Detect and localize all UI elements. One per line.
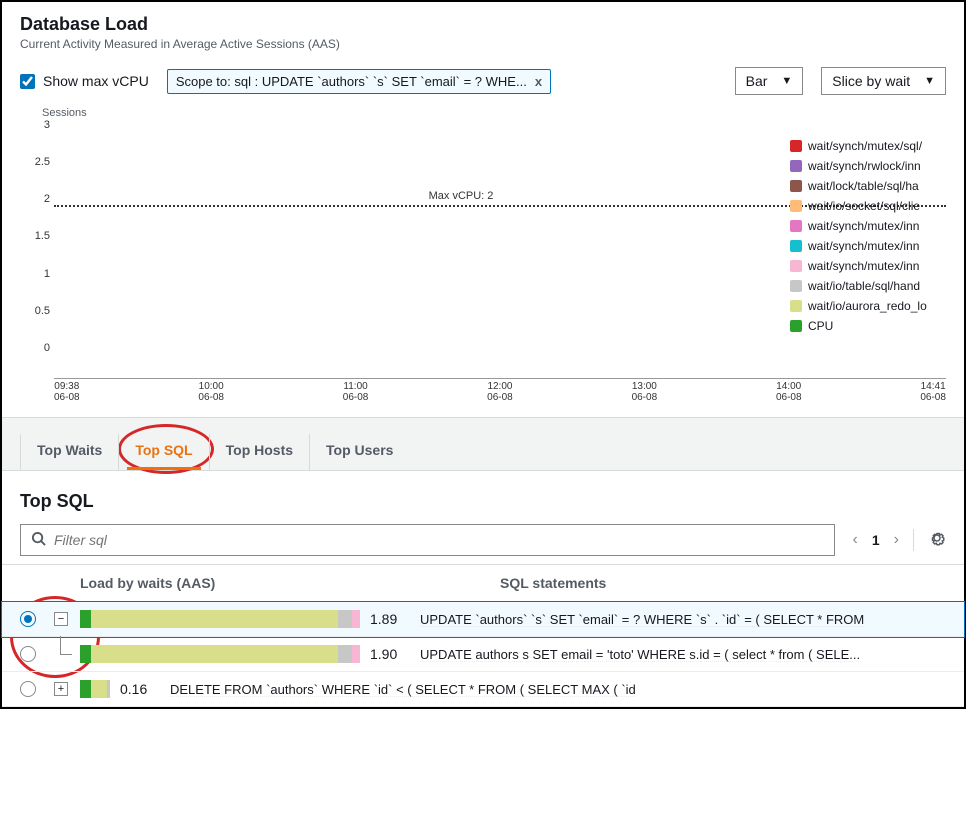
tab-top-hosts[interactable]: Top Hosts	[209, 434, 309, 470]
col-sql[interactable]: SQL statements	[500, 575, 946, 591]
show-max-vcpu-checkbox[interactable]: Show max vCPU	[20, 73, 149, 89]
caret-down-icon: ▼	[924, 75, 935, 87]
legend-item[interactable]: wait/synch/mutex/inn	[790, 239, 950, 253]
legend-swatch	[790, 140, 802, 152]
divider	[913, 529, 914, 551]
page-title: Database Load	[20, 14, 946, 35]
x-tick: 10:0006-08	[198, 381, 224, 403]
x-tick: 11:0006-08	[343, 381, 369, 403]
legend-item[interactable]: CPU	[790, 319, 950, 333]
load-value: 0.16	[120, 681, 170, 697]
chart-area: Sessions 32.521.510.50 Max vCPU: 2 wait/…	[2, 107, 964, 417]
sql-table: Load by waits (AAS) SQL statements − 1.89…	[2, 564, 964, 707]
legend-item[interactable]: wait/synch/mutex/sql/	[790, 139, 950, 153]
row-radio[interactable]	[20, 681, 36, 697]
legend-swatch	[790, 180, 802, 192]
legend-label: wait/synch/mutex/sql/	[808, 139, 922, 153]
table-row[interactable]: 1.90UPDATE authors s SET email = 'toto' …	[2, 637, 964, 672]
table-header: Load by waits (AAS) SQL statements	[2, 565, 964, 602]
filter-sql-input[interactable]	[54, 532, 824, 548]
show-max-vcpu-input[interactable]	[20, 74, 35, 89]
chart-type-value: Bar	[746, 73, 768, 89]
next-page-button[interactable]: ›	[894, 531, 899, 549]
y-axis-label: Sessions	[42, 107, 946, 119]
sql-statement[interactable]: UPDATE authors s SET email = 'toto' WHER…	[420, 647, 946, 662]
legend-swatch	[790, 320, 802, 332]
legend-label: wait/synch/mutex/inn	[808, 239, 919, 253]
section-title: Top SQL	[20, 491, 946, 512]
col-load[interactable]: Load by waits (AAS)	[80, 575, 500, 591]
legend-label: wait/synch/mutex/inn	[808, 259, 919, 273]
table-row[interactable]: − 1.89UPDATE `authors` `s` SET `email` = …	[2, 602, 964, 637]
y-axis: 32.521.510.50	[20, 119, 50, 379]
close-icon[interactable]: x	[535, 74, 542, 89]
legend-swatch	[790, 240, 802, 252]
expand-icon[interactable]: +	[54, 682, 68, 696]
x-tick: 09:3806-08	[54, 381, 80, 403]
legend-item[interactable]: wait/lock/table/sql/ha	[790, 179, 950, 193]
legend-swatch	[790, 220, 802, 232]
slice-by-value: Slice by wait	[832, 73, 910, 89]
legend-item[interactable]: wait/synch/mutex/inn	[790, 219, 950, 233]
sql-statement[interactable]: DELETE FROM `authors` WHERE `id` < ( SEL…	[170, 682, 946, 697]
tabs: Top WaitsTop SQLTop HostsTop Users	[2, 418, 964, 470]
prev-page-button[interactable]: ‹	[853, 531, 858, 549]
legend-swatch	[790, 160, 802, 172]
legend-label: wait/io/aurora_redo_lo	[808, 299, 927, 313]
x-axis: 09:3806-08 10:0006-08 11:0006-08 12:0006-08…	[54, 381, 946, 403]
x-tick: 14:4106-08	[920, 381, 946, 403]
gear-icon[interactable]	[928, 529, 946, 552]
chart-legend: wait/synch/mutex/sql/wait/synch/rwlock/i…	[790, 139, 950, 339]
x-tick: 13:0006-08	[632, 381, 658, 403]
scope-value: sql : UPDATE `authors` `s` SET `email` =…	[234, 74, 526, 89]
x-tick: 12:0006-08	[487, 381, 513, 403]
row-radio[interactable]	[20, 646, 36, 662]
page-subtitle: Current Activity Measured in Average Act…	[20, 37, 946, 51]
tab-top-users[interactable]: Top Users	[309, 434, 409, 470]
legend-label: wait/io/socket/sql/clie	[808, 199, 920, 213]
scope-prefix: Scope to:	[176, 74, 231, 89]
legend-item[interactable]: wait/io/aurora_redo_lo	[790, 299, 950, 313]
legend-item[interactable]: wait/synch/rwlock/inn	[790, 159, 950, 173]
legend-swatch	[790, 300, 802, 312]
load-value: 1.89	[370, 611, 420, 627]
legend-item[interactable]: wait/io/socket/sql/clie	[790, 199, 950, 213]
load-bar	[80, 645, 360, 663]
tab-top-sql[interactable]: Top SQL	[118, 434, 208, 470]
x-tick: 14:0006-08	[776, 381, 802, 403]
tab-top-waits[interactable]: Top Waits	[20, 434, 118, 470]
load-value: 1.90	[370, 646, 420, 662]
page-number: 1	[872, 532, 880, 548]
sql-statement[interactable]: UPDATE `authors` `s` SET `email` = ? WHE…	[420, 612, 946, 627]
legend-label: CPU	[808, 319, 833, 333]
pager: ‹ 1 ›	[853, 529, 946, 552]
row-radio[interactable]	[20, 611, 36, 627]
slice-by-select[interactable]: Slice by wait ▼	[821, 67, 946, 95]
load-bar	[80, 610, 360, 628]
legend-swatch	[790, 280, 802, 292]
table-row[interactable]: +0.16DELETE FROM `authors` WHERE `id` < …	[2, 672, 964, 707]
legend-item[interactable]: wait/synch/mutex/inn	[790, 259, 950, 273]
collapse-icon[interactable]: −	[54, 612, 68, 626]
legend-label: wait/io/table/sql/hand	[808, 279, 920, 293]
legend-label: wait/synch/rwlock/inn	[808, 159, 921, 173]
legend-swatch	[790, 260, 802, 272]
search-icon	[31, 531, 46, 549]
legend-label: wait/lock/table/sql/ha	[808, 179, 919, 193]
table-body: − 1.89UPDATE `authors` `s` SET `email` = …	[2, 602, 964, 707]
caret-down-icon: ▼	[781, 75, 792, 87]
chart-type-select[interactable]: Bar ▼	[735, 67, 804, 95]
filter-input-wrap[interactable]	[20, 524, 835, 556]
load-bar	[80, 680, 110, 698]
scope-tag[interactable]: Scope to: sql : UPDATE `authors` `s` SET…	[167, 69, 551, 94]
legend-item[interactable]: wait/io/table/sql/hand	[790, 279, 950, 293]
legend-swatch	[790, 200, 802, 212]
legend-label: wait/synch/mutex/inn	[808, 219, 919, 233]
show-max-vcpu-label: Show max vCPU	[43, 73, 149, 89]
